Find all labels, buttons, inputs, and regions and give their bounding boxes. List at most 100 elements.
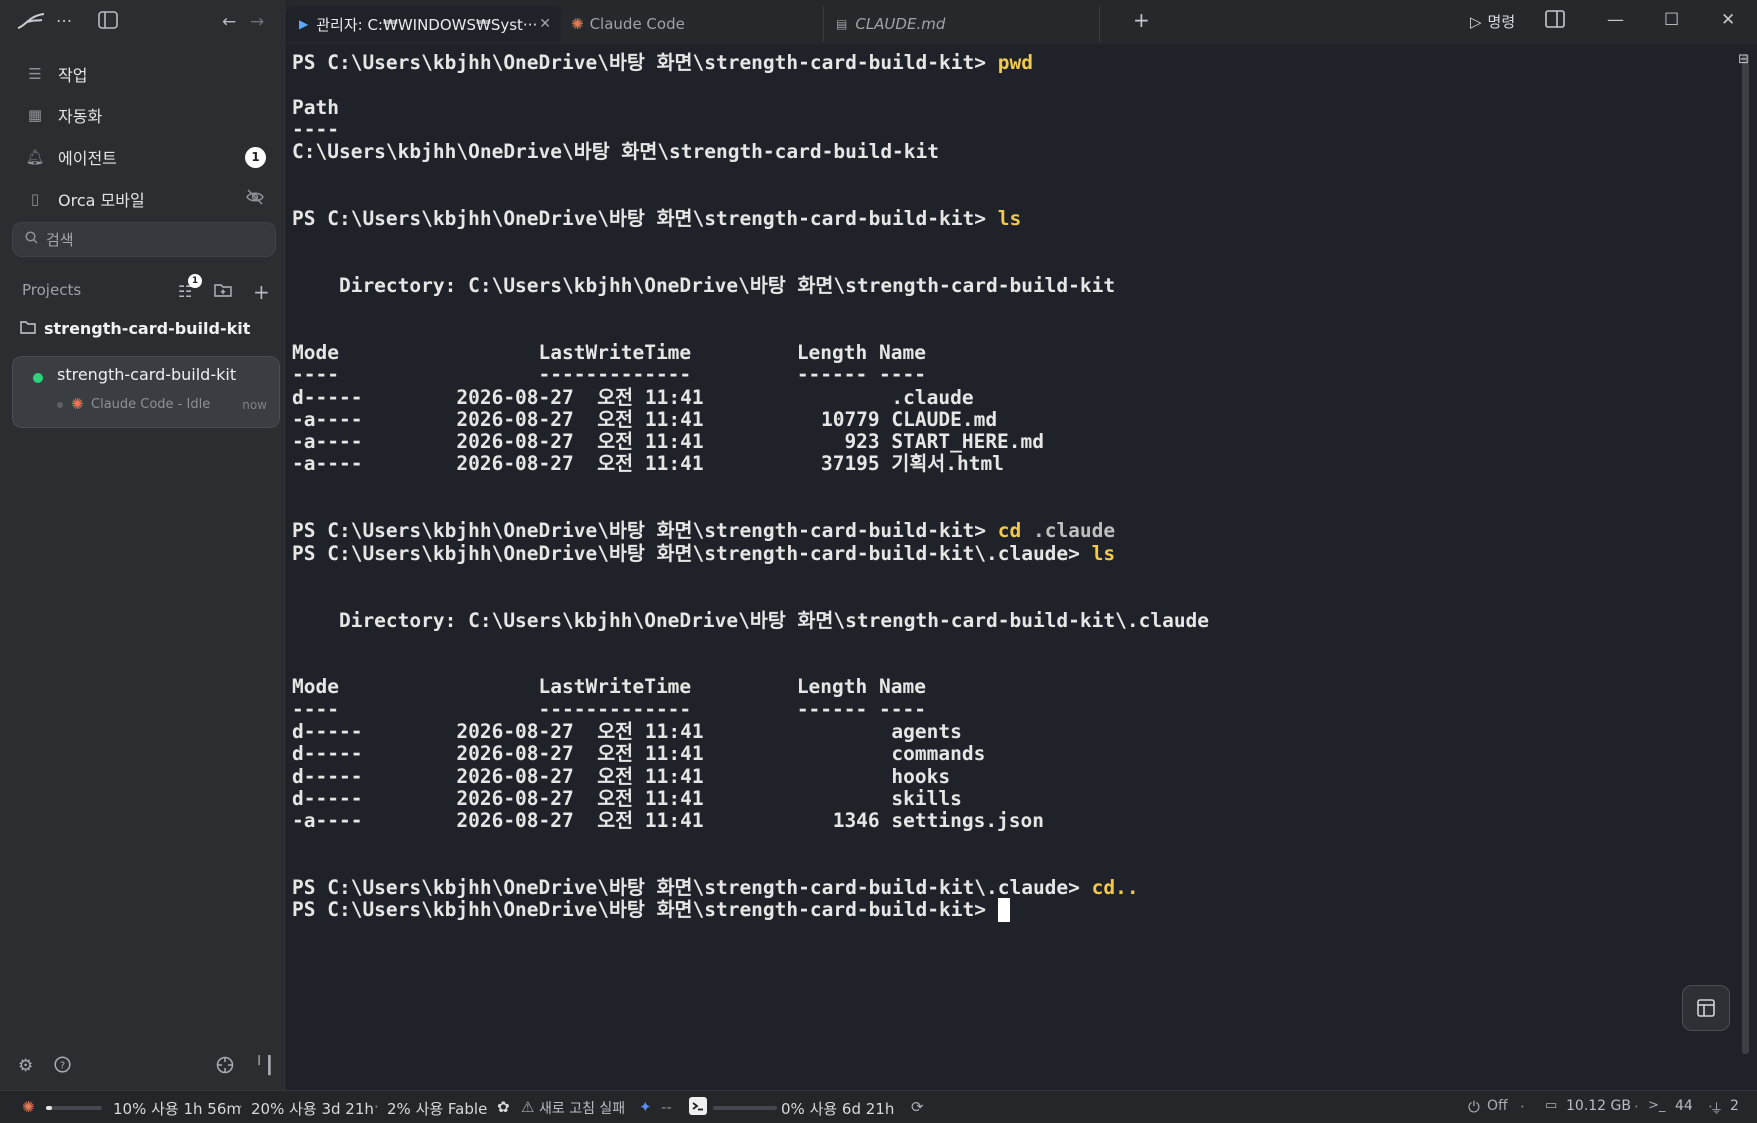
session-subtitle: Claude Code - Idle	[91, 397, 211, 412]
tab-claude-code[interactable]: ✺ Claude Code	[561, 6, 824, 42]
sidebar: ··· ← → ☰ 작업 ▦ 자동화 🔔︎ 에이전트 1 ▯ Orca 모바일 …	[0, 0, 287, 1090]
gemini-status: --	[661, 1098, 672, 1116]
toggle-status[interactable]: Off	[1487, 1098, 1508, 1114]
terminal-line: Mode LastWriteTime Length Name	[292, 341, 926, 365]
file-icon: ▤	[836, 17, 848, 31]
nav-item-label: 자동화	[58, 107, 103, 126]
claude-icon: ✺	[22, 1098, 35, 1116]
usage-meter	[713, 1106, 777, 1110]
new-folder-icon[interactable]	[214, 282, 232, 301]
nav-item-label: 에이전트	[58, 149, 117, 168]
crosshair-icon[interactable]	[216, 1056, 234, 1079]
separator-dot: ·	[1634, 1098, 1639, 1116]
command-label: 명령	[1487, 13, 1516, 31]
terminal[interactable]: PS C:\Users\kbjhh\OneDrive\바탕 화면\strengt…	[287, 44, 1749, 1090]
claude-icon: ✺	[571, 15, 584, 33]
plug-icon: ⏻	[1468, 1098, 1480, 1116]
output-text: -a---- 2026-08-27 오전 11:41 37195 기획서.htm…	[292, 452, 1004, 476]
usage-5h[interactable]: 10% 사용 1h 56m	[113, 1098, 241, 1119]
separator-dot: ·	[238, 1098, 243, 1116]
terminal-line: d----- 2026-08-27 오전 11:41 hooks	[292, 765, 950, 789]
terminal-line: ---- ------------- ------ ----	[292, 363, 926, 387]
projects-heading: Projects	[22, 281, 82, 299]
session-card[interactable]: strength-card-build-kit ✺ Claude Code - …	[12, 356, 280, 428]
nav-item-agents[interactable]: 🔔︎ 에이전트 1	[14, 139, 276, 175]
terminal-scrollbar[interactable]	[1742, 54, 1749, 1054]
warning-icon: ⚠	[521, 1098, 535, 1116]
project-folder[interactable]: strength-card-build-kit	[20, 319, 250, 338]
terminal-line: PS C:\Users\kbjhh\OneDrive\바탕 화면\strengt…	[292, 519, 1115, 543]
more-icon[interactable]: ···	[56, 12, 72, 32]
terminal-line: C:\Users\kbjhh\OneDrive\바탕 화면\strength-c…	[292, 140, 939, 164]
scroll-lock-icon[interactable]: ⊟	[1738, 52, 1749, 67]
text-cursor	[997, 898, 1010, 923]
back-arrow-icon[interactable]: ←	[222, 12, 236, 32]
output-text: Mode LastWriteTime Length Name	[292, 340, 926, 364]
nav-item-orca-mobile[interactable]: ▯ Orca 모바일	[14, 181, 276, 217]
sidebar-toggle-icon[interactable]	[98, 11, 118, 34]
terminal-line: ---- ------------- ------ ----	[292, 698, 926, 722]
usage-meter	[46, 1106, 102, 1110]
help-icon[interactable]: ?	[54, 1056, 71, 1078]
terminal-line: -a---- 2026-08-27 오전 11:41 1346 settings…	[292, 809, 1044, 833]
eye-off-icon[interactable]	[246, 189, 264, 209]
close-tab-icon[interactable]: ✕	[539, 16, 551, 32]
refresh-icon[interactable]: ⟳	[911, 1098, 924, 1116]
output-text: d----- 2026-08-27 오전 11:41 .claude	[292, 385, 974, 409]
command-button[interactable]: ▷ 명령	[1470, 11, 1515, 32]
terminal-prompt-icon: >_	[1648, 1098, 1666, 1113]
nav-item-label: Orca 모바일	[58, 191, 145, 210]
command: ls	[997, 207, 1022, 231]
search-placeholder: 검색	[46, 231, 74, 249]
list-icon: ☰	[28, 65, 42, 83]
nav-item-label: 작업	[58, 66, 88, 85]
command: cd	[997, 519, 1022, 543]
nav-item-automation[interactable]: ▦ 자동화	[14, 97, 276, 133]
layout-panel-button[interactable]	[1682, 985, 1730, 1031]
forward-arrow-icon[interactable]: →	[250, 12, 264, 32]
port-count: 2	[1730, 1098, 1739, 1114]
openai-icon: ✿	[497, 1098, 510, 1116]
output-text: -a---- 2026-08-27 오전 11:41 10779 CLAUDE.…	[292, 407, 998, 431]
status-bar: ✺ 10% 사용 1h 56m · 20% 사용 3d 21h · 2% 사용 …	[0, 1090, 1757, 1123]
usage-week[interactable]: 20% 사용 3d 21h	[251, 1098, 374, 1119]
tab-bar: ▶ 관리자: C:₩WINDOWS₩Syst··· ✕ ✺ Claude Cod…	[287, 0, 1757, 44]
terminal-line: PS C:\Users\kbjhh\OneDrive\바탕 화면\strengt…	[292, 876, 1139, 900]
search-icon	[25, 231, 38, 248]
terminal-line: Directory: C:\Users\kbjhh\OneDrive\바탕 화면…	[292, 609, 1209, 633]
terminal-count: 44	[1675, 1098, 1693, 1114]
split-panel-icon[interactable]	[1545, 10, 1565, 33]
terminal-line: PS C:\Users\kbjhh\OneDrive\바탕 화면\strengt…	[292, 51, 1033, 75]
output-text: ---- ------------- ------ ----	[292, 697, 926, 721]
phone-icon: ▯	[30, 190, 40, 208]
tab-label: 관리자: C:₩WINDOWS₩Syst···	[316, 15, 538, 34]
prompt: PS C:\Users\kbjhh\OneDrive\바탕 화면\strengt…	[292, 207, 998, 231]
minimize-icon[interactable]: —	[1607, 10, 1624, 30]
tab-claude-md[interactable]: ▤ CLAUDE.md	[824, 6, 1100, 42]
usage-other[interactable]: 0% 사용 6d 21h	[781, 1098, 894, 1119]
refresh-failed-status[interactable]: 새로 고침 실패	[539, 1098, 625, 1118]
calendar-clock-icon: ▦	[27, 106, 43, 124]
terminal-line: PS C:\Users\kbjhh\OneDrive\바탕 화면\strengt…	[292, 542, 1115, 566]
folder-icon	[20, 319, 36, 338]
search-input[interactable]: 검색	[12, 222, 276, 257]
add-project-icon[interactable]: +	[253, 280, 270, 304]
project-folder-label: strength-card-build-kit	[44, 319, 251, 338]
bell-icon: 🔔︎	[25, 148, 45, 166]
output-text: -a---- 2026-08-27 오전 11:41 1346 settings…	[292, 809, 1045, 833]
gear-icon[interactable]: ⚙	[18, 1056, 33, 1076]
usage-fable[interactable]: 2% 사용 Fable	[387, 1098, 487, 1119]
terminal-line: d----- 2026-08-27 오전 11:41 skills	[292, 787, 962, 811]
nav-item-tasks[interactable]: ☰ 작업	[14, 56, 276, 92]
close-window-icon[interactable]: ✕	[1721, 10, 1735, 30]
prompt: PS C:\Users\kbjhh\OneDrive\바탕 화면\strengt…	[292, 898, 998, 922]
maximize-icon[interactable]: ☐	[1664, 10, 1679, 30]
memory-icon: ▭	[1545, 1098, 1558, 1113]
output-text: d----- 2026-08-27 오전 11:41 skills	[292, 786, 962, 810]
new-tab-icon[interactable]: +	[1133, 8, 1150, 32]
sidebar-toolbar: ··· ← →	[0, 0, 286, 44]
tab-powershell[interactable]: ▶ 관리자: C:₩WINDOWS₩Syst··· ✕	[287, 6, 561, 42]
split-bars-icon[interactable]: ╵┃	[254, 1056, 274, 1076]
port-icon: ⏚	[1710, 1102, 1724, 1117]
terminal-line: Directory: C:\Users\kbjhh\OneDrive\바탕 화면…	[292, 274, 1115, 298]
